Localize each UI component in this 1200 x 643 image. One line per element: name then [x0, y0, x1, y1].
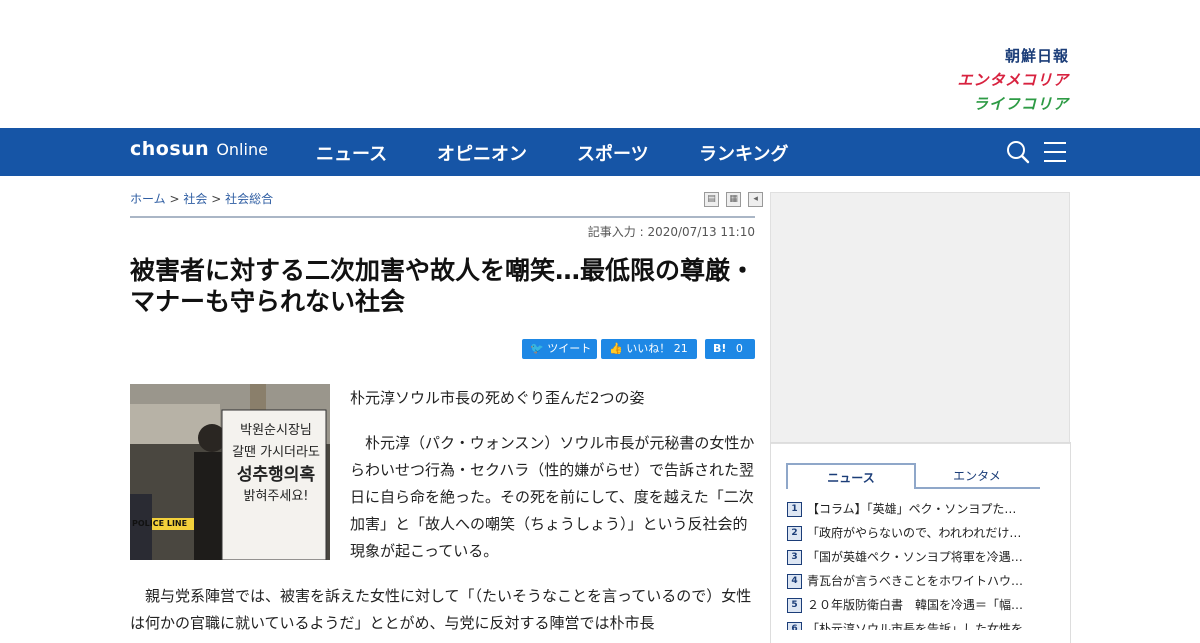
- header-divider: [130, 216, 755, 218]
- tweet-label: ツイート: [547, 342, 592, 355]
- police-tape-text: POLICE LINE: [132, 519, 188, 528]
- article-subhead: 朴元淳ソウル市長の死めぐり歪んだ2つの姿: [350, 389, 645, 407]
- hatena-bookmark-button[interactable]: B! 0: [705, 339, 755, 359]
- nav-item-news[interactable]: ニュース: [316, 140, 387, 166]
- article-paragraph: 親与党系陣営では、被害を訴えた女性に対して「（たいそうなことを言っているので）女…: [130, 587, 752, 632]
- ranking-item[interactable]: 1 【コラム】「英雄」ペク・ソンヨプた…: [787, 499, 1047, 519]
- nav-item-ranking[interactable]: ランキング: [699, 140, 788, 166]
- nav-item-sports[interactable]: スポーツ: [577, 140, 649, 166]
- ranking-item[interactable]: 3 「国が英雄ペク・ソンヨプ将軍を冷遇…: [787, 547, 1047, 567]
- sign-line: 갈땐 가시더라도: [232, 445, 320, 460]
- rank-number: 4: [787, 574, 802, 589]
- like-label: いいね！: [626, 342, 671, 355]
- ranking-title: 【コラム】「英雄」ペク・ソンヨプた…: [807, 502, 1017, 516]
- sidebar-ad-slot[interactable]: [770, 192, 1070, 444]
- breadcrumb-home[interactable]: ホーム: [130, 192, 166, 206]
- hatena-bookmark-icon: B!: [713, 342, 727, 355]
- logo-sub-text: Online: [216, 140, 268, 159]
- ranking-title: 青瓦台が言うべきことをホワイトハウ…: [807, 574, 1024, 588]
- ranking-item[interactable]: 4 青瓦台が言うべきことをホワイトハウ…: [787, 571, 1047, 591]
- back-icon[interactable]: ◂: [748, 192, 764, 207]
- masthead: 朝鮮日報 エンタメコリア ライフコリア: [0, 0, 1200, 128]
- brand-chosun-ilbo[interactable]: 朝鮮日報: [957, 44, 1069, 68]
- ranking-title: ２０年版防衛白書 韓国を冷遇＝「幅…: [807, 598, 1024, 612]
- ranking-title: 「国が英雄ペク・ソンヨプ将軍を冷遇…: [807, 550, 1023, 564]
- ranking-title: 「朴元淳ソウル市長を告訴」した女性を…: [807, 622, 1036, 630]
- article-title: 被害者に対する二次加害や故人を嘲笑…最低限の尊厳・マナーも守られない社会: [130, 256, 756, 316]
- sign-line: 성추행의혹: [236, 465, 316, 485]
- logo-main-text: chosun: [130, 138, 210, 160]
- tweet-button[interactable]: 🐦 ツイート: [522, 339, 597, 359]
- breadcrumb-separator: >: [169, 192, 180, 206]
- like-count: 21: [673, 342, 688, 355]
- sign-line: 밝혀주세요!: [243, 489, 309, 504]
- ranking-title: 「政府がやらないので、われわれだけ…: [807, 526, 1022, 540]
- article-date: 記事入力 : 2020/07/13 11:10: [587, 225, 755, 239]
- ranking-item[interactable]: 5 ２０年版防衛白書 韓国を冷遇＝「幅…: [787, 595, 1047, 615]
- sign-line: 박원순시장님: [240, 423, 312, 438]
- rank-number: 6: [787, 622, 802, 630]
- hatena-count: 0: [735, 342, 743, 355]
- nav-item-opinion[interactable]: オピニオン: [437, 140, 527, 166]
- main-nav: chosun Online ニュース オピニオン スポーツ ランキング: [0, 128, 1200, 176]
- brand-life-korea[interactable]: ライフコリア: [957, 92, 1069, 116]
- breadcrumb-subsection[interactable]: 社会総合: [225, 192, 273, 206]
- tab-news[interactable]: ニュース: [786, 463, 916, 489]
- brand-entertainment-korea[interactable]: エンタメコリア: [957, 68, 1069, 92]
- ranking-item[interactable]: 2 「政府がやらないので、われわれだけ…: [787, 523, 1047, 543]
- protest-sign: 박원순시장님 갈땐 가시더라도 성추행의혹 밝혀주세요!: [226, 420, 326, 508]
- ranking-item[interactable]: 6 「朴元淳ソウル市長を告訴」した女性を…: [787, 619, 1047, 630]
- twitter-icon: 🐦: [530, 342, 544, 355]
- article-paragraph: 朴元淳（パク・ウォンスン）ソウル市長が元秘書の女性からわいせつ行為・セクハラ（性…: [350, 434, 755, 560]
- breadcrumb-separator: >: [211, 192, 222, 206]
- print-icon[interactable]: ▤: [704, 192, 719, 207]
- breadcrumb-section[interactable]: 社会: [183, 192, 207, 206]
- search-icon[interactable]: [1006, 140, 1030, 168]
- text-size-icon[interactable]: ▦: [726, 192, 742, 207]
- brand-links: 朝鮮日報 エンタメコリア ライフコリア: [957, 44, 1069, 116]
- breadcrumb: ホーム > 社会 > 社会総合: [130, 190, 273, 207]
- article-tools: ▤ ▦ ◂: [704, 192, 765, 211]
- thumbs-up-icon: 👍: [609, 342, 623, 355]
- tab-entertainment[interactable]: エンタメ: [914, 463, 1040, 489]
- rank-number: 5: [787, 598, 802, 613]
- rank-number: 3: [787, 550, 802, 565]
- site-logo[interactable]: chosun Online: [130, 138, 268, 160]
- rank-number: 1: [787, 502, 802, 517]
- article-photo[interactable]: 박원순시장님 갈땐 가시더라도 성추행의혹 밝혀주세요! POLICE LINE: [130, 384, 330, 560]
- hamburger-icon[interactable]: [1044, 140, 1066, 168]
- rank-number: 2: [787, 526, 802, 541]
- like-button[interactable]: 👍 いいね！ 21: [601, 339, 697, 359]
